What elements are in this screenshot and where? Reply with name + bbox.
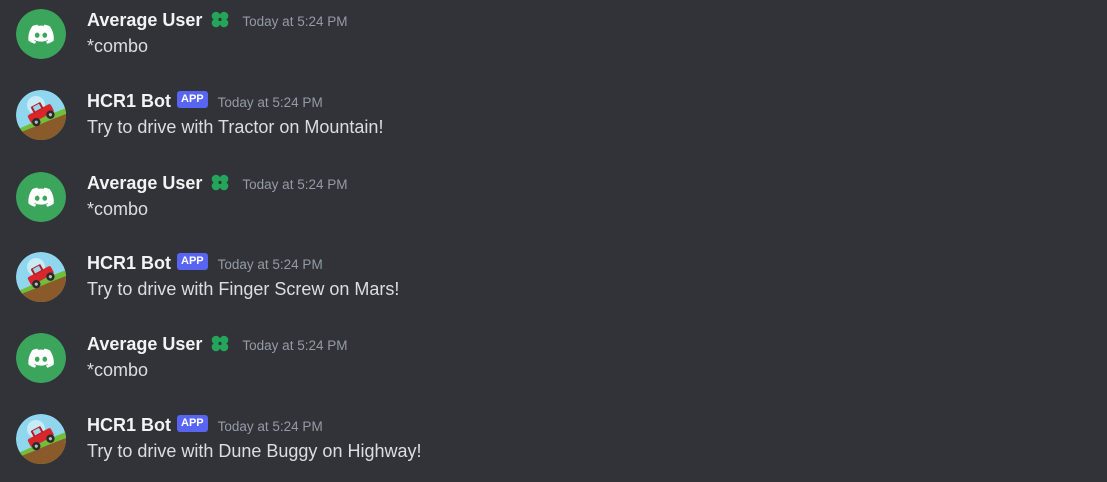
- message-header: Average User Today at 5:24 PM: [87, 9, 347, 31]
- timestamp: Today at 5:24 PM: [217, 418, 323, 434]
- username[interactable]: HCR1 Bot: [87, 91, 171, 112]
- timestamp: Today at 5:24 PM: [242, 337, 348, 353]
- username[interactable]: Average User: [87, 10, 202, 31]
- message-item[interactable]: HCR1 Bot APP Today at 5:24 PM Try to dri…: [0, 90, 1107, 150]
- app-badge: APP: [177, 252, 208, 270]
- username[interactable]: Average User: [87, 173, 202, 194]
- red-jeep-climbing-hill-icon: [16, 414, 66, 464]
- message-item[interactable]: HCR1 Bot APP Today at 5:24 PM Try to dri…: [0, 252, 1107, 312]
- avatar[interactable]: [16, 9, 66, 59]
- message-list: Average User Today at 5:24 PM *combo HCR…: [0, 0, 1107, 482]
- message-content: *combo: [87, 199, 149, 219]
- message-header: Average User Today at 5:24 PM: [87, 172, 347, 194]
- red-jeep-climbing-hill-icon: [16, 252, 66, 302]
- avatar[interactable]: [16, 333, 66, 383]
- message-item[interactable]: HCR1 Bot APP Today at 5:24 PM Try to dri…: [0, 414, 1107, 474]
- message-content: *combo: [87, 360, 149, 380]
- username[interactable]: HCR1 Bot: [87, 415, 171, 436]
- clover-icon[interactable]: [208, 9, 232, 31]
- timestamp: Today at 5:24 PM: [242, 13, 348, 29]
- username[interactable]: Average User: [87, 334, 202, 355]
- discord-logo-icon: [16, 172, 66, 222]
- message-content: Try to drive with Tractor on Mountain!: [87, 117, 384, 137]
- app-badge: APP: [177, 90, 208, 108]
- avatar[interactable]: [16, 172, 66, 222]
- message-content: Try to drive with Finger Screw on Mars!: [87, 279, 400, 299]
- message-content: *combo: [87, 36, 149, 56]
- discord-logo-icon: [16, 9, 66, 59]
- username[interactable]: HCR1 Bot: [87, 253, 171, 274]
- timestamp: Today at 5:24 PM: [217, 94, 323, 110]
- timestamp: Today at 5:24 PM: [217, 256, 323, 272]
- message-item[interactable]: Average User Today at 5:24 PM *combo: [0, 172, 1107, 232]
- avatar[interactable]: [16, 414, 66, 464]
- message-header: HCR1 Bot APP Today at 5:24 PM: [87, 90, 323, 112]
- app-badge: APP: [177, 414, 208, 432]
- avatar[interactable]: [16, 252, 66, 302]
- message-item[interactable]: Average User Today at 5:24 PM *combo: [0, 9, 1107, 69]
- message-content: Try to drive with Dune Buggy on Highway!: [87, 441, 422, 461]
- timestamp: Today at 5:24 PM: [242, 176, 348, 192]
- message-header: Average User Today at 5:24 PM: [87, 333, 347, 355]
- message-header: HCR1 Bot APP Today at 5:24 PM: [87, 414, 323, 436]
- avatar[interactable]: [16, 90, 66, 140]
- red-jeep-climbing-hill-icon: [16, 90, 66, 140]
- message-header: HCR1 Bot APP Today at 5:24 PM: [87, 252, 323, 274]
- discord-logo-icon: [16, 333, 66, 383]
- message-item[interactable]: Average User Today at 5:24 PM *combo: [0, 333, 1107, 393]
- clover-icon[interactable]: [208, 172, 232, 194]
- clover-icon[interactable]: [208, 333, 232, 355]
